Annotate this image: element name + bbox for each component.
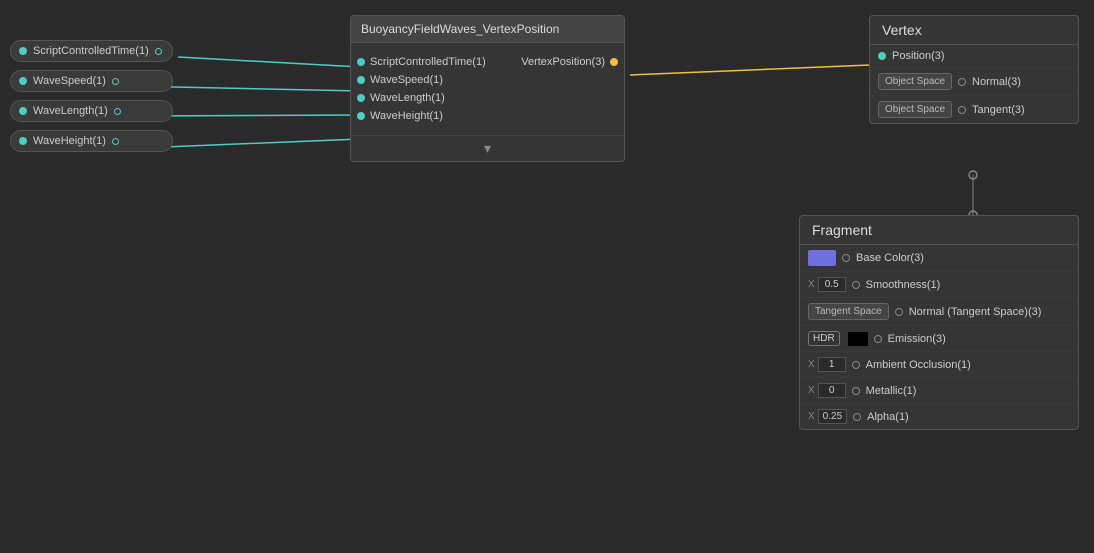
fragment-row-normal-tangent: Tangent Space Normal (Tangent Space)(3) bbox=[800, 298, 1078, 326]
input-node-label-wave-height: WaveHeight(1) bbox=[33, 135, 106, 147]
central-output-row-0: VertexPosition(3) bbox=[521, 53, 618, 71]
alpha-prefix: X bbox=[808, 411, 815, 422]
dot-out-wave-length bbox=[114, 108, 121, 115]
vertex-row-tangent: Object Space Tangent(3) bbox=[870, 96, 1078, 123]
fragment-row-metallic: X 0 Metallic(1) bbox=[800, 378, 1078, 404]
smoothness-label: Smoothness(1) bbox=[866, 279, 1070, 291]
central-input-dot-1 bbox=[357, 76, 365, 84]
central-input-label-1: WaveSpeed(1) bbox=[370, 74, 443, 86]
central-input-row-2: WaveLength(1) bbox=[357, 89, 509, 107]
alpha-field[interactable]: X 0.25 bbox=[808, 409, 847, 424]
vertex-row-normal: Object Space Normal(3) bbox=[870, 68, 1078, 96]
metallic-dot bbox=[852, 387, 860, 395]
vertex-tangent-space-badge[interactable]: Object Space bbox=[878, 101, 952, 118]
normal-tangent-label: Normal (Tangent Space)(3) bbox=[909, 306, 1070, 318]
smoothness-field[interactable]: X 0.5 bbox=[808, 277, 846, 292]
fragment-row-alpha: X 0.25 Alpha(1) bbox=[800, 404, 1078, 429]
dot-out-script-controlled-time bbox=[155, 48, 162, 55]
vertex-normal-dot bbox=[958, 78, 966, 86]
central-input-label-0: ScriptControlledTime(1) bbox=[370, 56, 486, 68]
input-node-wave-length[interactable]: WaveLength(1) bbox=[10, 100, 173, 122]
central-node-title: BuoyancyFieldWaves_VertexPosition bbox=[351, 16, 624, 43]
fragment-panel-title: Fragment bbox=[800, 216, 1078, 245]
central-input-row-0: ScriptControlledTime(1) bbox=[357, 53, 509, 71]
central-output-dot-0 bbox=[610, 58, 618, 66]
vertex-tangent-dot bbox=[958, 106, 966, 114]
central-input-dot-2 bbox=[357, 94, 365, 102]
vertex-panel: Vertex Position(3) Object Space Normal(3… bbox=[869, 15, 1079, 124]
ambient-occlusion-value[interactable]: 1 bbox=[818, 357, 846, 372]
vertex-tangent-label: Tangent(3) bbox=[972, 104, 1070, 116]
fragment-row-smoothness: X 0.5 Smoothness(1) bbox=[800, 272, 1078, 298]
smoothness-prefix: X bbox=[808, 279, 815, 290]
central-input-dot-0 bbox=[357, 58, 365, 66]
fragment-panel: Fragment Base Color(3) X 0.5 Smoothness(… bbox=[799, 215, 1079, 430]
metallic-field[interactable]: X 0 bbox=[808, 383, 846, 398]
central-inputs: ScriptControlledTime(1) WaveSpeed(1) Wav… bbox=[351, 49, 515, 129]
vertex-normal-label: Normal(3) bbox=[972, 76, 1070, 88]
alpha-dot bbox=[853, 413, 861, 421]
base-color-label: Base Color(3) bbox=[856, 252, 1070, 264]
alpha-label: Alpha(1) bbox=[867, 411, 1070, 423]
central-input-row-3: WaveHeight(1) bbox=[357, 107, 509, 125]
metallic-prefix: X bbox=[808, 385, 815, 396]
input-node-label-wave-speed: WaveSpeed(1) bbox=[33, 75, 106, 87]
dot-wave-length bbox=[19, 107, 27, 115]
fragment-row-base-color: Base Color(3) bbox=[800, 245, 1078, 272]
vertex-row-position: Position(3) bbox=[870, 45, 1078, 68]
central-input-dot-3 bbox=[357, 112, 365, 120]
central-input-row-1: WaveSpeed(1) bbox=[357, 71, 509, 89]
base-color-swatch[interactable] bbox=[808, 250, 836, 266]
central-input-label-2: WaveLength(1) bbox=[370, 92, 445, 104]
central-node-footer[interactable]: ▾ bbox=[351, 135, 624, 161]
central-node: BuoyancyFieldWaves_VertexPosition Script… bbox=[350, 15, 625, 162]
ambient-occlusion-prefix: X bbox=[808, 359, 815, 370]
alpha-value[interactable]: 0.25 bbox=[818, 409, 847, 424]
dot-out-wave-speed bbox=[112, 78, 119, 85]
input-node-wave-height[interactable]: WaveHeight(1) bbox=[10, 130, 173, 152]
ambient-occlusion-field[interactable]: X 1 bbox=[808, 357, 846, 372]
dot-wave-height bbox=[19, 137, 27, 145]
vertex-position-label: Position(3) bbox=[892, 50, 1070, 62]
central-outputs: VertexPosition(3) bbox=[515, 49, 624, 129]
ambient-occlusion-dot bbox=[852, 361, 860, 369]
dot-out-wave-height bbox=[112, 138, 119, 145]
smoothness-dot bbox=[852, 281, 860, 289]
fragment-row-emission: HDR Emission(3) bbox=[800, 326, 1078, 352]
base-color-dot bbox=[842, 254, 850, 262]
input-node-label-script-controlled-time: ScriptControlledTime(1) bbox=[33, 45, 149, 57]
dot-script-controlled-time bbox=[19, 47, 27, 55]
input-node-label-wave-length: WaveLength(1) bbox=[33, 105, 108, 117]
metallic-label: Metallic(1) bbox=[866, 385, 1070, 397]
normal-tangent-badge[interactable]: Tangent Space bbox=[808, 303, 889, 320]
emission-hdr-badge[interactable]: HDR bbox=[808, 331, 840, 346]
input-node-wave-speed[interactable]: WaveSpeed(1) bbox=[10, 70, 173, 92]
ambient-occlusion-label: Ambient Occlusion(1) bbox=[866, 359, 1070, 371]
central-node-body: ScriptControlledTime(1) WaveSpeed(1) Wav… bbox=[351, 43, 624, 135]
central-input-label-3: WaveHeight(1) bbox=[370, 110, 443, 122]
vertex-normal-space-badge[interactable]: Object Space bbox=[878, 73, 952, 90]
emission-label: Emission(3) bbox=[888, 333, 1070, 345]
input-node-script-controlled-time[interactable]: ScriptControlledTime(1) bbox=[10, 40, 173, 62]
normal-tangent-dot bbox=[895, 308, 903, 316]
vertex-panel-title: Vertex bbox=[870, 16, 1078, 45]
vertex-position-dot bbox=[878, 52, 886, 60]
canvas-area: ScriptControlledTime(1) WaveSpeed(1) Wav… bbox=[0, 0, 1094, 553]
emission-color-swatch[interactable] bbox=[848, 332, 868, 346]
fragment-row-ambient-occlusion: X 1 Ambient Occlusion(1) bbox=[800, 352, 1078, 378]
metallic-value[interactable]: 0 bbox=[818, 383, 846, 398]
input-nodes-container: ScriptControlledTime(1) WaveSpeed(1) Wav… bbox=[10, 40, 173, 152]
emission-dot bbox=[874, 335, 882, 343]
dot-wave-speed bbox=[19, 77, 27, 85]
central-output-label-0: VertexPosition(3) bbox=[521, 56, 605, 68]
smoothness-value[interactable]: 0.5 bbox=[818, 277, 846, 292]
